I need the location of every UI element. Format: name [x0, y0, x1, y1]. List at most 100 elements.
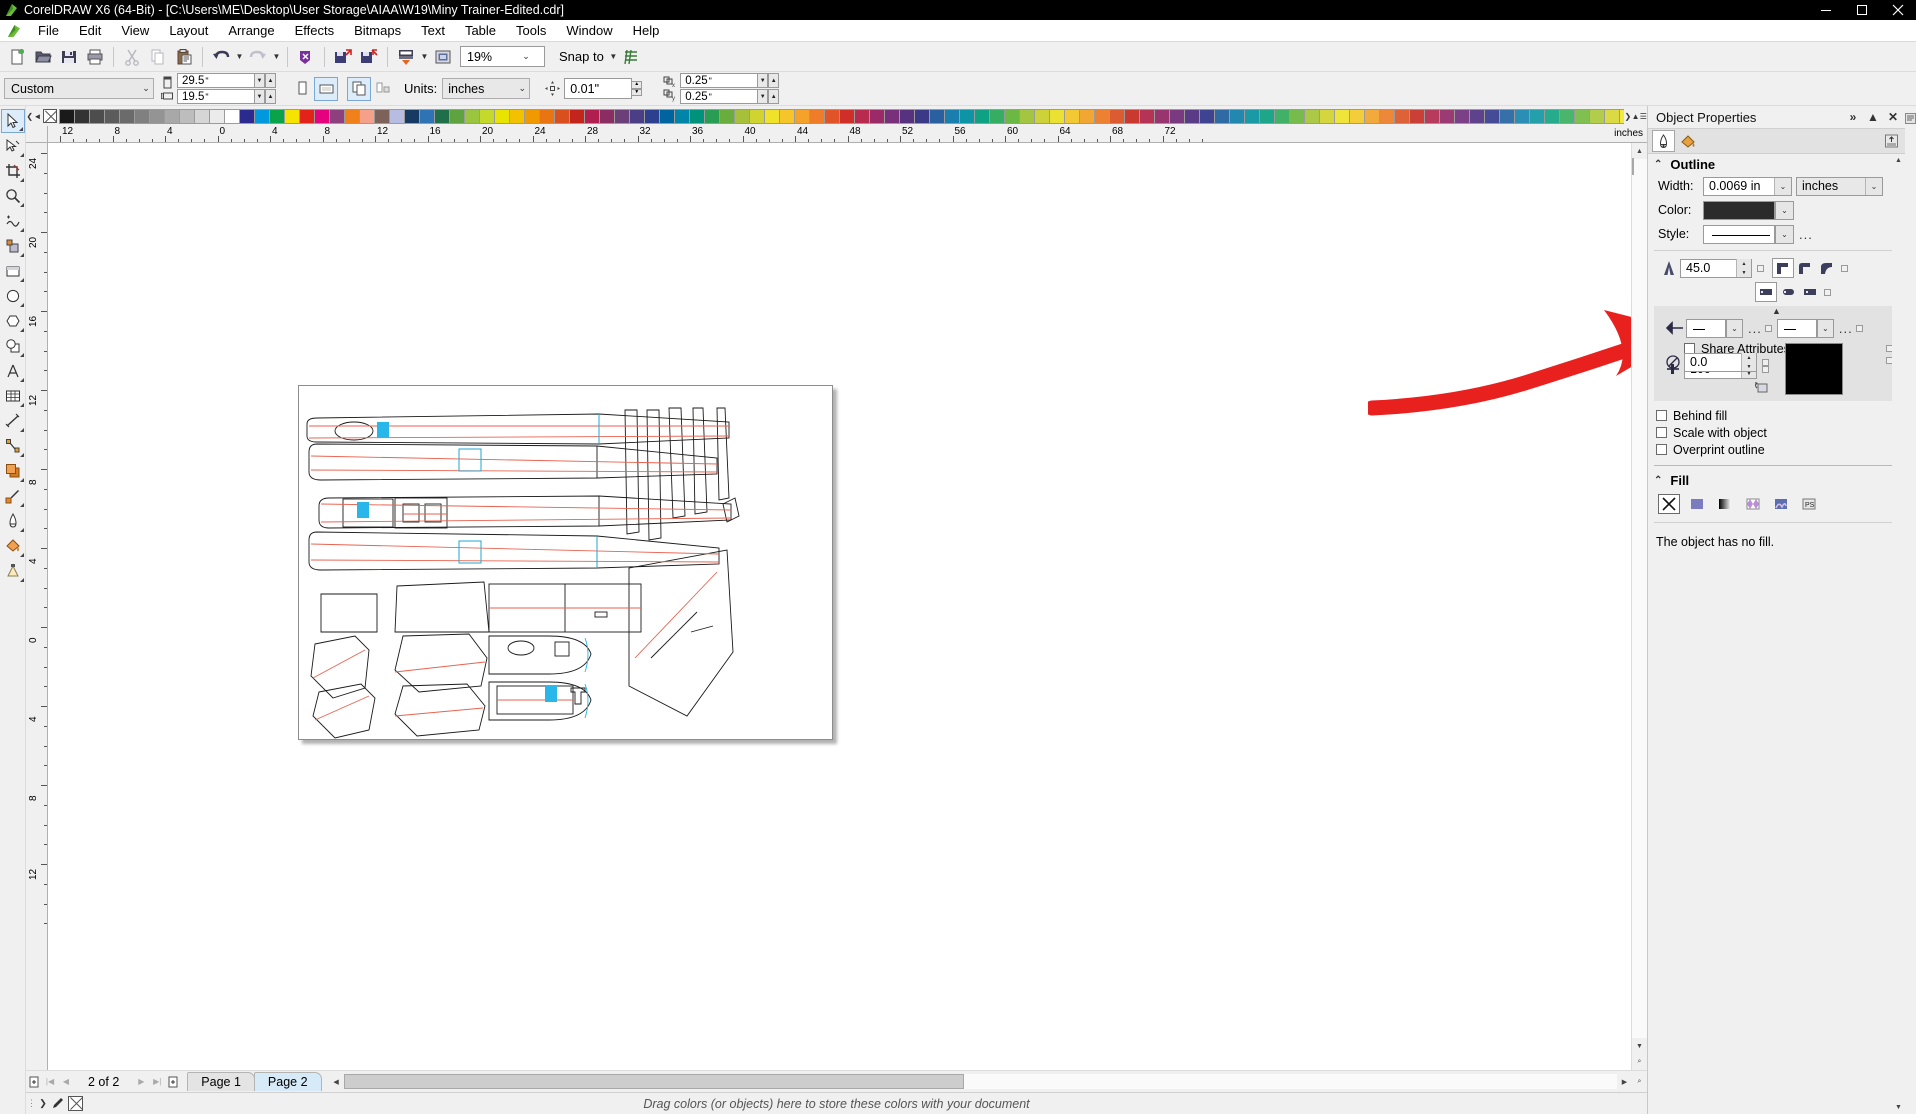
duplicate-x-down-icon[interactable]: ▼	[757, 73, 769, 88]
pattern-fill-icon[interactable]	[1742, 494, 1764, 514]
cap-lock-checkbox[interactable]	[1824, 288, 1831, 296]
chevron-down-icon[interactable]: ⌄	[139, 83, 153, 94]
outline-style-dropdown[interactable]: ⌄	[1775, 224, 1794, 244]
search-content-icon[interactable]	[293, 44, 319, 70]
page-height-spinner[interactable]: ▼ ▲	[254, 89, 276, 104]
miter-limit-input[interactable]: 45.0 ▲ ▼	[1680, 258, 1752, 278]
no-fill-icon[interactable]	[1658, 494, 1680, 514]
palette-swatch[interactable]	[1094, 108, 1111, 124]
no-color-swatch[interactable]	[43, 109, 58, 123]
palette-swatch[interactable]	[1079, 108, 1096, 124]
docker-scroll-down-icon[interactable]: ▼	[1892, 1101, 1905, 1114]
palette-swatch[interactable]	[1229, 108, 1246, 124]
palette-swatch[interactable]	[1439, 108, 1456, 124]
palette-swatch[interactable]	[839, 108, 856, 124]
paste-icon[interactable]	[171, 44, 197, 70]
palette-swatch-list[interactable]	[59, 108, 1625, 124]
behind-fill-checkbox[interactable]	[1656, 410, 1667, 421]
palette-swatch[interactable]	[119, 108, 136, 124]
palette-swatch[interactable]	[629, 108, 646, 124]
units-dropdown[interactable]: inches ⌄	[442, 78, 531, 99]
canvas-vertical-scrollbar[interactable]: ▲ ▼ ⌕	[1631, 143, 1647, 1070]
nib-angle-down-icon[interactable]: ▼	[1742, 362, 1756, 371]
menu-layout[interactable]: Layout	[159, 21, 218, 41]
palette-swatch[interactable]	[1484, 108, 1501, 124]
palette-swatch[interactable]	[1259, 108, 1276, 124]
palette-swatch[interactable]	[794, 108, 811, 124]
palette-swatch[interactable]	[1184, 108, 1201, 124]
outline-color-swatch[interactable]	[1703, 200, 1775, 220]
all-pages-icon[interactable]	[347, 76, 371, 101]
import-icon[interactable]	[330, 44, 356, 70]
text-tool-icon[interactable]	[1, 359, 25, 383]
basic-shapes-tool-icon[interactable]	[1, 334, 25, 358]
horizontal-scroll-track[interactable]	[343, 1074, 1617, 1089]
palette-swatch[interactable]	[734, 108, 751, 124]
menu-bitmaps[interactable]: Bitmaps	[344, 21, 411, 41]
menu-view[interactable]: View	[111, 21, 159, 41]
palette-swatch[interactable]	[509, 108, 526, 124]
palette-swatch[interactable]	[299, 108, 316, 124]
minimize-icon[interactable]	[1808, 0, 1844, 20]
chevron-up-icon[interactable]: ⌃	[1654, 159, 1662, 170]
palette-swatch[interactable]	[209, 108, 226, 124]
palette-swatch[interactable]	[164, 108, 181, 124]
overprint-outline-row[interactable]: Overprint outline	[1648, 441, 1905, 458]
palette-swatch[interactable]	[269, 108, 286, 124]
palette-swatch[interactable]	[434, 108, 451, 124]
start-arrowhead-preview[interactable]	[1686, 318, 1726, 338]
snap-to-button[interactable]: Snap to	[549, 44, 608, 70]
outline-width-units-combobox[interactable]: inches ⌄	[1796, 176, 1883, 196]
nudge-up-icon[interactable]: ▲	[631, 81, 643, 89]
palette-options-icon[interactable]: ☰	[1640, 107, 1647, 125]
scroll-left-icon[interactable]: ◀	[328, 1073, 344, 1090]
outline-style-preview[interactable]	[1703, 224, 1775, 244]
palette-swatch[interactable]	[179, 108, 196, 124]
scroll-up-icon[interactable]: ▲	[1632, 143, 1647, 159]
palette-swatch[interactable]	[884, 108, 901, 124]
chevron-down-icon[interactable]: ⌄	[1776, 225, 1793, 243]
landscape-icon[interactable]	[314, 76, 338, 101]
redo-dropdown-icon[interactable]: ▼	[271, 44, 282, 70]
previous-page-icon[interactable]: ◀	[58, 1072, 74, 1092]
scale-with-object-checkbox[interactable]	[1656, 427, 1667, 438]
corner-miter-icon[interactable]	[1772, 258, 1794, 278]
palette-scroll-left-icon[interactable]: ❮	[26, 107, 33, 125]
palette-swatch[interactable]	[419, 108, 436, 124]
vertical-scroll-thumb[interactable]	[1632, 158, 1634, 175]
docker-scroll-up-icon[interactable]: ▲	[1892, 154, 1905, 167]
miter-down-icon[interactable]: ▼	[1737, 268, 1751, 277]
menu-window[interactable]: Window	[556, 21, 622, 41]
palette-swatch[interactable]	[1289, 108, 1306, 124]
nib-angle-lock-checkbox[interactable]	[1762, 358, 1769, 366]
drawing-canvas[interactable]	[48, 143, 1631, 1070]
palette-swatch[interactable]	[704, 108, 721, 124]
canvas-horizontal-scrollbar[interactable]: ◀ ▶ ⌕	[328, 1072, 1647, 1092]
palette-swatch[interactable]	[779, 108, 796, 124]
nib-angle-up-icon[interactable]: ▲	[1742, 353, 1756, 362]
palette-swatch[interactable]	[1244, 108, 1261, 124]
palette-swatch[interactable]	[314, 108, 331, 124]
palette-swatch[interactable]	[1064, 108, 1081, 124]
palette-swatch[interactable]	[1019, 108, 1036, 124]
postscript-fill-icon[interactable]: PS	[1798, 494, 1820, 514]
palette-swatch[interactable]	[869, 108, 886, 124]
pick-tool-icon[interactable]	[0, 109, 25, 133]
nib-stretch-lock-checkbox[interactable]	[1762, 365, 1769, 373]
color-eyedropper-tool-icon[interactable]	[1, 484, 25, 508]
outline-section-header[interactable]: ⌃ Outline	[1648, 154, 1905, 174]
palette-swatch[interactable]	[1589, 108, 1606, 124]
insert-page-before-icon[interactable]	[26, 1072, 42, 1092]
menu-file[interactable]: File	[28, 21, 69, 41]
palette-swatch[interactable]	[929, 108, 946, 124]
palette-swatch[interactable]	[1544, 108, 1561, 124]
horizontal-ruler[interactable]: inches 12 8 4 0 4 8 12 16 20 24 28 32 36 40 44 48 52 56 60…	[48, 126, 1647, 143]
publish-to-pdf-icon[interactable]	[393, 44, 419, 70]
palette-swatch[interactable]	[1199, 108, 1216, 124]
fill-tool-icon[interactable]	[1, 534, 25, 558]
behind-fill-row[interactable]: Behind fill	[1648, 407, 1905, 424]
menu-text[interactable]: Text	[411, 21, 455, 41]
palette-swatch[interactable]	[989, 108, 1006, 124]
fill-tab-icon[interactable]	[1677, 130, 1700, 152]
palette-swatch[interactable]	[1049, 108, 1066, 124]
